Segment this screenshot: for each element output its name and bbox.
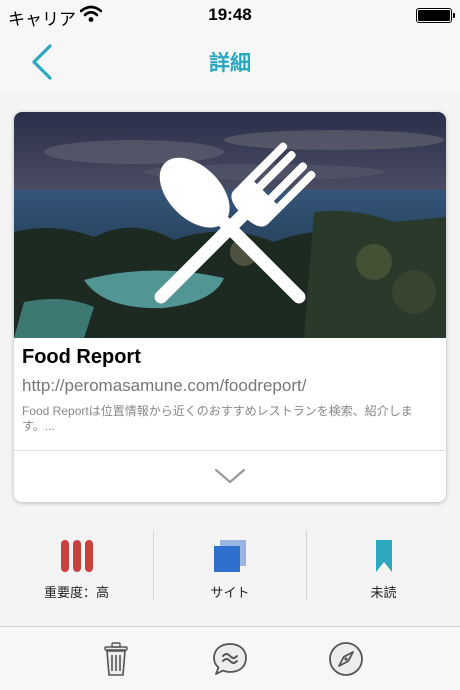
site-label: サイト bbox=[210, 585, 250, 600]
page-title: 詳細 bbox=[209, 52, 251, 75]
open-browser-button[interactable] bbox=[326, 639, 366, 679]
bottom-toolbar bbox=[0, 626, 460, 690]
trash-icon bbox=[104, 642, 128, 676]
priority-button[interactable]: 重要度：高 bbox=[0, 528, 153, 602]
bookmark-icon bbox=[375, 540, 392, 572]
chevron-down-icon bbox=[214, 468, 246, 484]
article-card[interactable]: Food Report http://peromasamune.com/food… bbox=[14, 112, 446, 502]
site-squares-icon bbox=[214, 540, 246, 572]
expand-button[interactable] bbox=[210, 462, 250, 490]
compass-icon bbox=[329, 642, 363, 676]
status-bar: キャリア 19:48 bbox=[0, 0, 460, 30]
comment-button[interactable] bbox=[210, 639, 250, 679]
battery-level bbox=[418, 10, 450, 21]
chat-icon bbox=[213, 643, 247, 675]
site-button[interactable]: サイト bbox=[154, 528, 306, 602]
priority-label: 重要度：高 bbox=[43, 585, 109, 600]
nav-bar: 詳細 bbox=[0, 30, 460, 92]
card-title: Food Report bbox=[22, 346, 141, 368]
card-description: Food Reportは位置情報から近くのおすすめレストランを検索、紹介します。… bbox=[22, 404, 413, 433]
status-time: 19:48 bbox=[208, 5, 252, 24]
priority-bars-icon bbox=[60, 540, 93, 572]
action-row: 重要度：高 サイト 未読 bbox=[0, 528, 460, 602]
unread-button[interactable]: 未読 bbox=[307, 528, 460, 602]
delete-button[interactable] bbox=[96, 639, 136, 679]
card-divider bbox=[14, 450, 446, 451]
card-url[interactable]: http://peromasamune.com/foodreport/ bbox=[22, 376, 306, 396]
battery-icon bbox=[416, 8, 455, 23]
unread-label: 未読 bbox=[370, 585, 397, 600]
hero-image bbox=[14, 112, 446, 338]
